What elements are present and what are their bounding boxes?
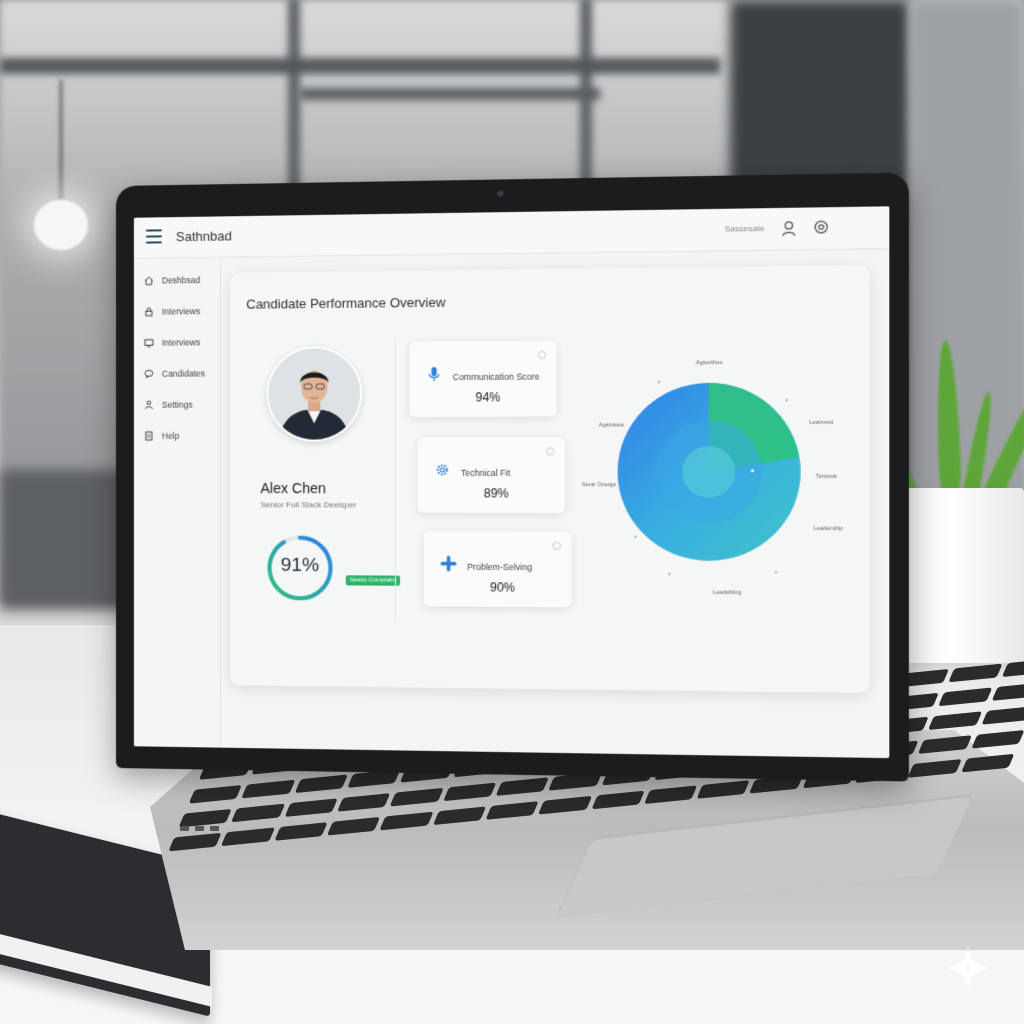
chart-axis-label: Tentrrek [815, 473, 838, 481]
keyboard-key [168, 832, 222, 852]
microphone-icon [426, 366, 443, 382]
metric-card-communication[interactable]: Communication Score 94% [409, 340, 557, 417]
laptop-lid: Sathnbad Sassesate Deshbsad Interviews I… [116, 172, 909, 782]
keyboard-key [991, 682, 1024, 701]
info-icon[interactable] [546, 447, 555, 456]
keyboard-key [284, 798, 338, 818]
candidate-role: Senior Full Slack Deelsper [260, 500, 357, 510]
sidebar-item-label: Interviews [161, 337, 201, 348]
keyboard-key [538, 795, 592, 815]
keyboard-key [241, 779, 296, 799]
metric-label: Problem-Selving [467, 561, 533, 573]
chart-axis-label: Agsortfres [695, 359, 723, 367]
keyboard-key [643, 785, 698, 805]
sidebar-item-interviews[interactable]: Interviews [144, 303, 200, 320]
keyboard-key [960, 753, 1015, 773]
sidebar-item-label: Settings [161, 399, 193, 410]
webcam [497, 190, 504, 197]
keyboard-key [379, 811, 434, 831]
chart-tick [634, 535, 637, 538]
chart-axis-label: Agsinisea [598, 422, 624, 429]
laptop-screen: Sathnbad Sassesate Deshbsad Interviews I… [133, 206, 890, 759]
background-window-frame [0, 58, 720, 74]
chart-axis-label: Leadsbilng [712, 589, 742, 597]
gear-icon [434, 462, 451, 478]
chart-tick [668, 572, 671, 576]
keyboard-key [971, 729, 1024, 749]
keyboard-key [907, 759, 962, 778]
chart-axis-label: Leanvest [809, 419, 834, 427]
keyboard-key [938, 687, 993, 707]
metric-card-problem-solving[interactable]: Problem-Selving 90% [423, 530, 572, 608]
keyboard-key [188, 785, 243, 804]
plus-icon [440, 555, 457, 571]
sidebar-item-label: Help [161, 430, 180, 441]
keyboard-key [981, 706, 1024, 725]
keyboard-key [485, 801, 539, 820]
chart-axis-label: Leadership [813, 525, 843, 533]
sidebar-item-dashboard[interactable]: Deshbsad [144, 272, 200, 289]
metric-label: Communication Score [452, 371, 540, 383]
app-title: Sathnbad [175, 228, 232, 245]
sidebar-item-settings[interactable]: Settings [144, 397, 193, 413]
keyboard-key [221, 827, 275, 847]
keyboard-key [273, 822, 328, 841]
sidebar: Deshbsad Interviews Interviews Candidate… [133, 257, 222, 748]
user-icon[interactable] [781, 220, 796, 237]
lamp-cord [60, 80, 62, 200]
candidate-photo [268, 348, 361, 440]
avatar [266, 346, 363, 442]
sidebar-item-label: Candidates [161, 368, 205, 379]
sidebar-item-help[interactable]: Help [144, 428, 179, 444]
sidebar-item-label: Deshbsad [161, 275, 201, 286]
monitor-icon [144, 338, 154, 347]
keyboard-key [442, 782, 497, 802]
chart-tick [657, 381, 660, 384]
info-icon[interactable] [537, 350, 547, 360]
keyboard-key [294, 774, 348, 794]
metric-value: 94% [475, 390, 501, 405]
sparkle-icon [946, 946, 990, 990]
sidebar-item-label: Interviews [161, 306, 201, 317]
keyboard-key [337, 793, 391, 812]
page-title: Candidate Performance Overview [246, 294, 446, 312]
candidate-name: Alex Chen [260, 480, 326, 497]
chart-disc [617, 382, 801, 562]
laptop-ports [180, 818, 240, 831]
keyboard-key [928, 711, 982, 731]
keyboard-key [326, 816, 381, 836]
info-icon[interactable] [552, 541, 561, 550]
radial-chart: Agsortfres Leanvest Tentrrek Leadership … [573, 338, 846, 605]
people-icon [144, 399, 153, 409]
settings-icon[interactable] [814, 220, 829, 235]
pendant-lamp [34, 200, 88, 250]
keyboard-key [432, 806, 487, 826]
hamburger-menu-icon[interactable] [145, 229, 162, 244]
chart-tick [785, 399, 788, 402]
keyboard-key [495, 777, 550, 796]
top-bar-link[interactable]: Sassesate [725, 224, 765, 234]
background-window-frame [300, 88, 600, 100]
metric-label: Technical Fit [460, 467, 510, 479]
home-icon [144, 275, 153, 285]
overall-score-value: 91% [280, 554, 320, 577]
top-bar: Sathnbad Sassesate [133, 206, 890, 259]
chat-icon [144, 369, 154, 379]
keyboard-key [590, 790, 645, 810]
keyboard-key [918, 735, 972, 754]
lock-icon [145, 306, 153, 316]
status-badge: Sestio Complaint [345, 575, 401, 586]
document-icon [145, 430, 153, 440]
sidebar-item-candidates[interactable]: Candidates [144, 365, 205, 381]
divider [394, 337, 396, 623]
performance-card: Candidate Performance Overview Alex Chen… [230, 265, 870, 694]
metric-value: 89% [483, 486, 509, 501]
sidebar-item-interviews-2[interactable]: Interviews [144, 334, 200, 350]
metric-card-technical-fit[interactable]: Technical Fit 89% [417, 436, 566, 513]
keyboard-key [696, 780, 751, 799]
metric-value: 90% [489, 580, 515, 595]
chart-axis-label: Sentr Oxergs [581, 482, 616, 489]
chart-tick [774, 571, 778, 574]
keyboard-key [389, 787, 444, 807]
